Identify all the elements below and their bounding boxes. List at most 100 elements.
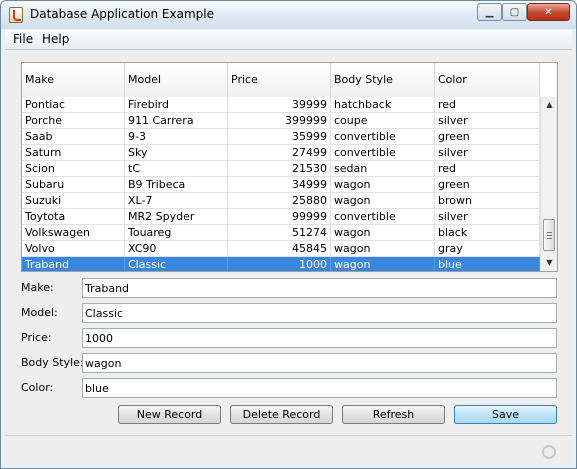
table-cell-price[interactable]: 1000	[228, 257, 331, 271]
table-cell-price[interactable]: 27499	[228, 145, 331, 160]
table-cell-body-style[interactable]: wagon	[331, 257, 435, 271]
scroll-down-arrow-icon[interactable]: ▼	[541, 255, 557, 271]
color-row: Color:	[21, 378, 558, 398]
table-cell-make[interactable]: Traband	[22, 257, 125, 271]
column-header-make[interactable]: Make	[22, 63, 125, 97]
table-cell-color[interactable]: silver	[435, 113, 540, 128]
model-field[interactable]	[82, 303, 557, 323]
table-cell-make[interactable]: Toytota	[22, 209, 125, 224]
table-cell-price[interactable]: 34999	[228, 177, 331, 192]
table-cell-model[interactable]: XL-7	[125, 193, 228, 208]
table-row[interactable]: Saturn Sky 27499 convertible silver	[22, 145, 540, 161]
column-header-color[interactable]: Color	[435, 63, 540, 97]
table-cell-color[interactable]: blue	[435, 257, 540, 271]
table-cell-make[interactable]: Pontiac	[22, 97, 125, 112]
menu-file[interactable]: File	[9, 32, 37, 46]
table-cell-make[interactable]: Porche	[22, 113, 125, 128]
table-cell-make[interactable]: Subaru	[22, 177, 125, 192]
table-row[interactable]: Suzuki XL-7 25880 wagon brown	[22, 193, 540, 209]
color-field[interactable]	[82, 378, 557, 398]
table-row[interactable]: Pontiac Firebird 39999 hatchback red	[22, 97, 540, 113]
table-cell-body-style[interactable]: coupe	[331, 113, 435, 128]
scroll-thumb[interactable]	[543, 219, 555, 251]
table-cell-price[interactable]: 25880	[228, 193, 331, 208]
table-cell-make[interactable]: Scion	[22, 161, 125, 176]
table-cell-model[interactable]: Firebird	[125, 97, 228, 112]
table-cell-model[interactable]: Touareg	[125, 225, 228, 240]
table-cell-price[interactable]: 21530	[228, 161, 331, 176]
table-cell-color[interactable]: silver	[435, 145, 540, 160]
price-label: Price:	[21, 331, 52, 344]
table-row[interactable]: Toytota MR2 Spyder 99999 convertible silver	[22, 209, 540, 225]
table-cell-body-style[interactable]: sedan	[331, 161, 435, 176]
table-cell-make[interactable]: Volkswagen	[22, 225, 125, 240]
table-cell-price[interactable]: 399999	[228, 113, 331, 128]
table-cell-make[interactable]: Volvo	[22, 241, 125, 256]
table-cell-model[interactable]: Classic	[125, 257, 228, 271]
column-header-price[interactable]: Price	[228, 63, 331, 97]
table-cell-model[interactable]: XC90	[125, 241, 228, 256]
table-cell-model[interactable]: MR2 Spyder	[125, 209, 228, 224]
body-style-field[interactable]	[82, 353, 557, 373]
table-cell-body-style[interactable]: convertible	[331, 145, 435, 160]
refresh-button[interactable]: Refresh	[342, 405, 445, 424]
table-cell-body-style[interactable]: wagon	[331, 177, 435, 192]
save-button[interactable]: Save	[454, 405, 557, 424]
scroll-up-arrow-icon[interactable]: ▲	[541, 97, 557, 113]
table-cell-body-style[interactable]: wagon	[331, 193, 435, 208]
table-cell-model[interactable]: tC	[125, 161, 228, 176]
table-cell-color[interactable]: silver	[435, 209, 540, 224]
table-cell-model[interactable]: B9 Tribeca	[125, 177, 228, 192]
table-cell-price[interactable]: 35999	[228, 129, 331, 144]
maximize-button[interactable]: ▢	[502, 3, 527, 21]
make-label: Make:	[21, 281, 54, 294]
table-cell-price[interactable]: 39999	[228, 97, 331, 112]
table-row[interactable]: Scion tC 21530 sedan red	[22, 161, 540, 177]
table-vertical-scrollbar[interactable]: ▲ ▼	[540, 97, 557, 271]
close-button[interactable]: ✕	[527, 3, 570, 21]
menu-help[interactable]: Help	[38, 32, 73, 46]
table-row[interactable]: Saab 9-3 35999 convertible green	[22, 129, 540, 145]
table-cell-color[interactable]: red	[435, 161, 540, 176]
make-field[interactable]	[82, 278, 557, 298]
new-record-button[interactable]: New Record	[118, 405, 221, 424]
table-cell-price[interactable]: 51274	[228, 225, 331, 240]
table-cell-color[interactable]: green	[435, 129, 540, 144]
table-cell-body-style[interactable]: wagon	[331, 225, 435, 240]
table-row[interactable]: Subaru B9 Tribeca 34999 wagon green	[22, 177, 540, 193]
table-cell-model[interactable]: 9-3	[125, 129, 228, 144]
minimize-button[interactable]: ▁	[477, 3, 502, 21]
table-cell-color[interactable]: red	[435, 97, 540, 112]
records-table: Make Model Price Body Style Color Pontia…	[21, 62, 558, 272]
table-cell-body-style[interactable]: convertible	[331, 209, 435, 224]
main-panel: Make Model Price Body Style Color Pontia…	[5, 51, 572, 435]
price-field[interactable]	[82, 328, 557, 348]
table-cell-color[interactable]: green	[435, 177, 540, 192]
scroll-grip-icon	[547, 232, 552, 239]
table-cell-make[interactable]: Suzuki	[22, 193, 125, 208]
table-row[interactable]: Volkswagen Touareg 51274 wagon black	[22, 225, 540, 241]
column-header-body-style[interactable]: Body Style	[331, 63, 435, 97]
table-row[interactable]: Porche 911 Carrera 399999 coupe silver	[22, 113, 540, 129]
table-cell-price[interactable]: 45845	[228, 241, 331, 256]
body-style-row: Body Style:	[21, 353, 558, 373]
busy-indicator-icon	[542, 445, 556, 459]
table-row[interactable]: Traband Classic 1000 wagon blue	[22, 257, 540, 271]
table-cell-price[interactable]: 99999	[228, 209, 331, 224]
table-cell-color[interactable]: gray	[435, 241, 540, 256]
table-row[interactable]: Volvo XC90 45845 wagon gray	[22, 241, 540, 257]
table-cell-model[interactable]: Sky	[125, 145, 228, 160]
column-header-model[interactable]: Model	[125, 63, 228, 97]
price-row: Price:	[21, 328, 558, 348]
table-cell-body-style[interactable]: wagon	[331, 241, 435, 256]
table-cell-color[interactable]: black	[435, 225, 540, 240]
title-bar[interactable]: Database Application Example ▁ ▢ ✕	[1, 1, 576, 29]
table-cell-model[interactable]: 911 Carrera	[125, 113, 228, 128]
table-cell-body-style[interactable]: convertible	[331, 129, 435, 144]
application-window: Database Application Example ▁ ▢ ✕ File …	[0, 0, 577, 469]
table-cell-make[interactable]: Saturn	[22, 145, 125, 160]
delete-record-button[interactable]: Delete Record	[230, 405, 333, 424]
table-cell-body-style[interactable]: hatchback	[331, 97, 435, 112]
table-cell-make[interactable]: Saab	[22, 129, 125, 144]
table-cell-color[interactable]: brown	[435, 193, 540, 208]
